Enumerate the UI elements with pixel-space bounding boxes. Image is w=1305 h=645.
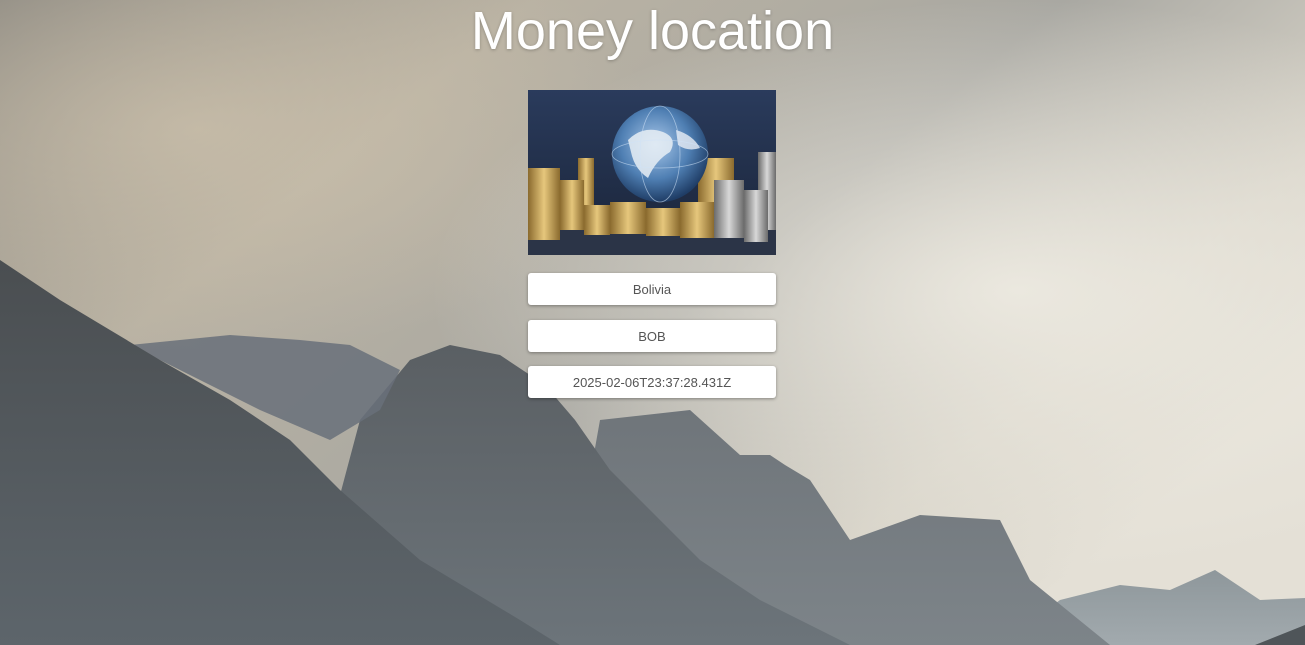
- globe-coins-image: [528, 90, 776, 255]
- page: Money location Bolivia BOB 2025-02-06T23…: [0, 0, 1305, 645]
- currency-button[interactable]: BOB: [528, 320, 776, 352]
- timestamp-button[interactable]: 2025-02-06T23:37:28.431Z: [528, 366, 776, 398]
- page-title: Money location: [470, 1, 835, 61]
- country-button[interactable]: Bolivia: [528, 273, 776, 305]
